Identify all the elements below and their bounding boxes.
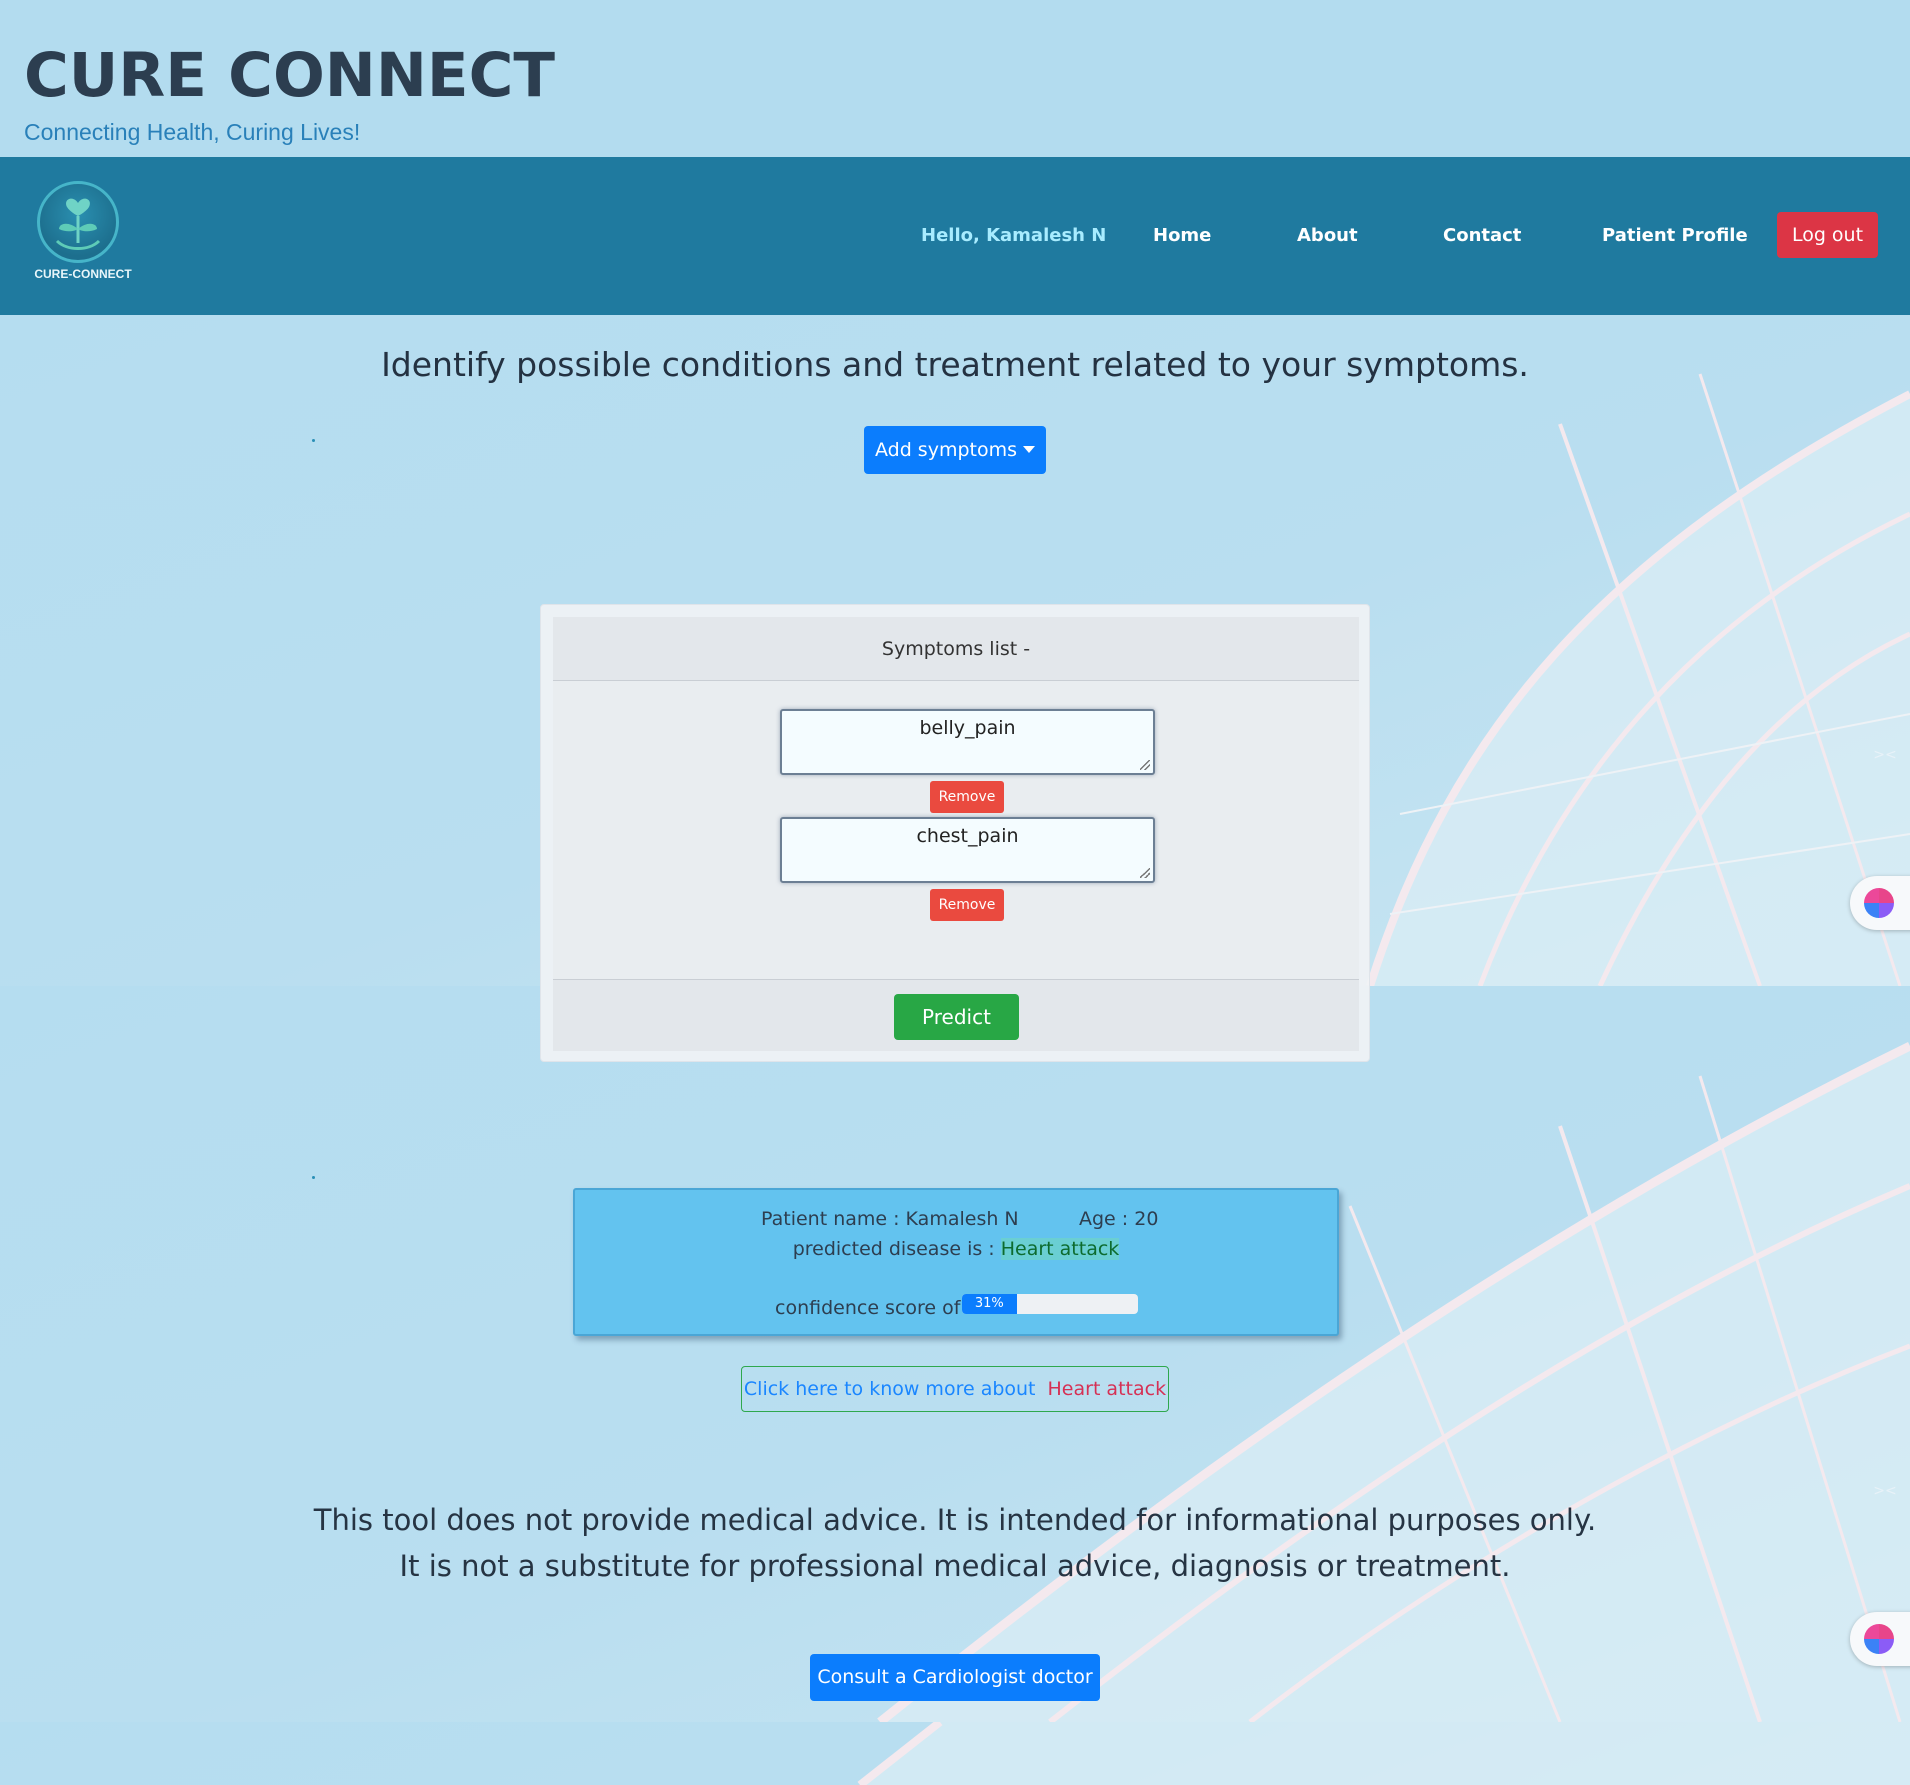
confidence-progress-bar: 31% <box>962 1294 1138 1314</box>
site-tagline: Connecting Health, Curing Lives! <box>24 119 361 145</box>
add-symptoms-label: Add symptoms <box>874 439 1018 461</box>
decor-dot <box>312 1176 315 1179</box>
disclaimer-line-2: It is not a substitute for professional … <box>399 1549 1511 1583</box>
navbar: CURE-CONNECT Hello, Kamalesh N Home Abou… <box>0 157 1910 315</box>
assistant-widget[interactable] <box>1850 1612 1910 1666</box>
brand-logo[interactable]: CURE-CONNECT <box>27 181 139 293</box>
building-decoration <box>857 1722 1910 1785</box>
site-header: CURE CONNECT Connecting Health, Curing L… <box>0 0 1910 157</box>
nav-greeting: Hello, Kamalesh N <box>921 225 1107 246</box>
predicted-disease-prefix: predicted disease is : <box>792 1238 1001 1260</box>
nav-item-home[interactable]: Home <box>1153 157 1211 315</box>
leaf-heart-logo-icon <box>37 181 119 263</box>
logo-text: CURE-CONNECT <box>34 267 132 281</box>
nav-item-patient-profile[interactable]: Patient Profile <box>1602 157 1748 315</box>
background-image-bottom <box>0 986 1910 1722</box>
brain-icon <box>1864 1624 1894 1654</box>
symptoms-card: Symptoms list - belly_pain Remove chest_… <box>540 604 1370 1062</box>
symptom-field[interactable]: belly_pain <box>780 709 1155 775</box>
add-symptoms-dropdown-button[interactable]: Add symptoms <box>864 426 1046 474</box>
assistant-widget[interactable] <box>1850 876 1910 930</box>
know-more-disease: Heart attack <box>1047 1378 1167 1400</box>
background-image-strip <box>0 1722 1910 1785</box>
nav-item-about[interactable]: About <box>1297 157 1358 315</box>
confidence-label: confidence score of : <box>775 1297 973 1319</box>
caret-down-icon <box>1023 446 1036 453</box>
logout-button[interactable]: Log out <box>1777 212 1878 258</box>
decor-dot <box>312 439 315 442</box>
predicted-disease-line: predicted disease is : Heart attack <box>575 1238 1337 1260</box>
resize-grip-icon[interactable] <box>1140 868 1150 878</box>
symptom-value: chest_pain <box>916 825 1019 847</box>
building-decoration <box>877 1041 1910 1722</box>
site-title: CURE CONNECT <box>24 40 555 111</box>
patient-age: Age : 20 <box>1079 1208 1159 1230</box>
symptoms-card-header: Symptoms list - <box>553 617 1359 681</box>
resize-grip-icon[interactable] <box>1140 760 1150 770</box>
prediction-result-box: Patient name : Kamalesh N Age : 20 predi… <box>573 1188 1339 1336</box>
patient-name: Patient name : Kamalesh N <box>761 1208 1019 1230</box>
brain-icon <box>1864 888 1894 918</box>
symptom-field[interactable]: chest_pain <box>780 817 1155 883</box>
disclaimer-line-1: This tool does not provide medical advic… <box>313 1503 1597 1537</box>
page-heading: Identify possible conditions and treatme… <box>381 345 1529 384</box>
symptoms-card-footer: Predict <box>553 979 1359 1051</box>
symptoms-card-body: belly_pain Remove chest_pain Remove <box>553 681 1359 979</box>
remove-symptom-button[interactable]: Remove <box>930 889 1004 921</box>
close-icon[interactable]: >< <box>1872 742 1898 768</box>
nav-item-contact[interactable]: Contact <box>1443 157 1521 315</box>
predicted-disease-name: Heart attack <box>1000 1238 1120 1260</box>
consult-doctor-button[interactable]: Consult a Cardiologist doctor <box>810 1654 1100 1701</box>
know-more-text: Click here to know more about <box>743 1378 1036 1400</box>
know-more-button[interactable]: Click here to know more about Heart attac… <box>741 1366 1169 1412</box>
close-icon[interactable]: >< <box>1872 1478 1898 1504</box>
symptom-value: belly_pain <box>919 717 1016 739</box>
predict-button[interactable]: Predict <box>894 994 1019 1040</box>
confidence-progress-fill: 31% <box>962 1294 1017 1314</box>
remove-symptom-button[interactable]: Remove <box>930 781 1004 813</box>
